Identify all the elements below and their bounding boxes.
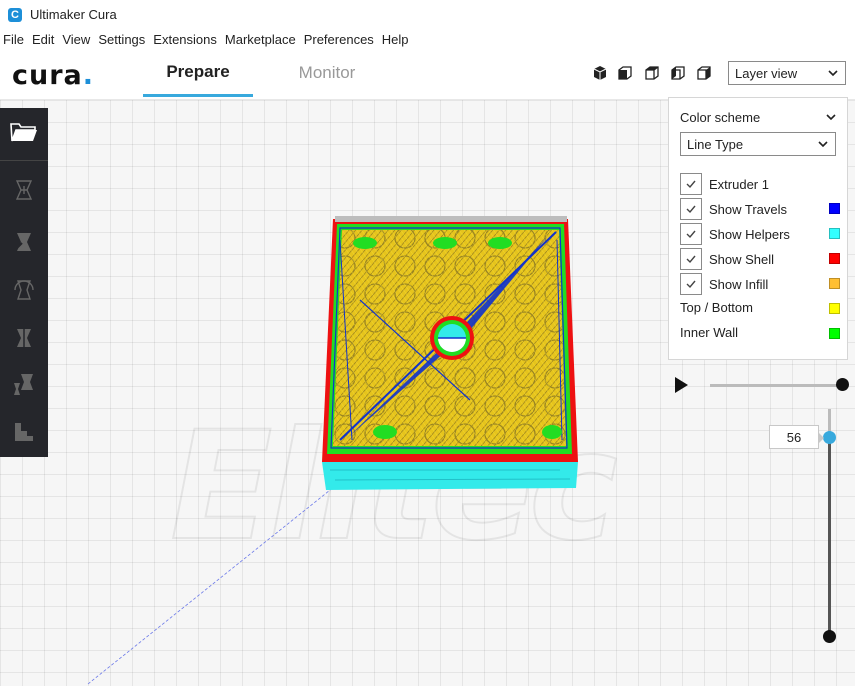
show-infill-checkbox[interactable] xyxy=(680,273,702,295)
option-label: Show Shell xyxy=(709,251,775,267)
option-label: Extruder 1 xyxy=(709,176,769,192)
checkmark-icon xyxy=(686,280,696,289)
option-extruder-1[interactable]: Extruder 1 xyxy=(680,173,840,195)
chevron-down-icon xyxy=(817,138,829,153)
scale-icon xyxy=(13,233,31,252)
layer-slider-range xyxy=(828,437,831,637)
checkmark-icon xyxy=(686,180,696,189)
layer-view-panel: Color scheme Line Type Extruder 1 Show T… xyxy=(668,97,848,360)
checkmark-icon xyxy=(686,205,696,214)
extruder-1-checkbox[interactable] xyxy=(680,173,702,195)
play-simulation-button[interactable] xyxy=(673,376,689,397)
mirror-icon xyxy=(17,327,31,349)
rotate-icon xyxy=(14,280,34,300)
scale-tool-button[interactable] xyxy=(0,224,48,260)
layer-slider-lower-handle[interactable] xyxy=(823,630,836,643)
left-toolbar xyxy=(0,108,48,457)
top-bottom-color-swatch xyxy=(829,303,840,314)
simulation-track[interactable] xyxy=(710,384,843,387)
open-file-button[interactable] xyxy=(0,108,48,156)
color-scheme-label: Color scheme xyxy=(680,110,761,125)
toolbar-divider xyxy=(0,160,48,161)
option-show-travels[interactable]: Show Travels xyxy=(680,198,840,220)
travels-color-swatch xyxy=(829,203,840,214)
legend-label: Inner Wall xyxy=(680,325,739,340)
folder-icon xyxy=(10,123,37,142)
support-blocker-button[interactable] xyxy=(0,414,48,450)
option-show-helpers[interactable]: Show Helpers xyxy=(680,223,840,245)
move-tool-button[interactable] xyxy=(0,172,48,208)
current-layer-input[interactable]: 56 xyxy=(769,425,819,449)
color-scheme-value: Line Type xyxy=(687,136,744,152)
checkmark-icon xyxy=(686,255,696,264)
play-icon xyxy=(675,377,688,393)
mirror-tool-button[interactable] xyxy=(0,320,48,356)
simulation-handle[interactable] xyxy=(836,378,849,391)
helpers-color-swatch xyxy=(829,228,840,239)
option-show-shell[interactable]: Show Shell xyxy=(680,248,840,270)
option-label: Show Travels xyxy=(709,201,788,217)
per-model-settings-button[interactable] xyxy=(0,366,48,402)
color-scheme-select[interactable]: Line Type xyxy=(680,132,836,156)
legend-label: Top / Bottom xyxy=(680,300,753,315)
collapse-chevron-icon[interactable] xyxy=(825,111,837,126)
legend-inner-wall: Inner Wall xyxy=(680,325,840,343)
layer-box-pointer xyxy=(818,432,824,444)
support-blocker-icon xyxy=(15,423,33,441)
infill-color-swatch xyxy=(829,278,840,289)
per-model-settings-icon xyxy=(14,374,33,395)
show-travels-checkbox[interactable] xyxy=(680,198,702,220)
show-shell-checkbox[interactable] xyxy=(680,248,702,270)
rotate-tool-button[interactable] xyxy=(0,272,48,308)
checkmark-icon xyxy=(686,230,696,239)
option-label: Show Infill xyxy=(709,276,769,292)
option-label: Show Helpers xyxy=(709,226,790,242)
show-helpers-checkbox[interactable] xyxy=(680,223,702,245)
shell-color-swatch xyxy=(829,253,840,264)
inner-wall-color-swatch xyxy=(829,328,840,339)
move-icon xyxy=(15,180,33,200)
option-show-infill[interactable]: Show Infill xyxy=(680,273,840,295)
legend-top-bottom: Top / Bottom xyxy=(680,300,840,318)
layer-slider-upper-handle[interactable] xyxy=(823,431,836,444)
